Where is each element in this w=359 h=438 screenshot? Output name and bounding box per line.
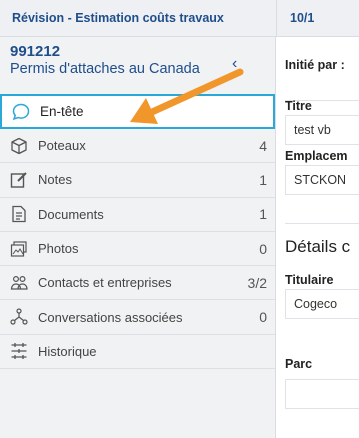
sidebar-item-conversations[interactable]: Conversations associées 0 <box>0 300 275 335</box>
page-title: Révision - Estimation coûts travaux <box>12 11 224 25</box>
sidebar-item-count: 0 <box>259 309 267 326</box>
sidebar-item-label: Notes <box>38 172 72 188</box>
topbar-divider <box>276 0 277 37</box>
title-field[interactable]: test vb <box>285 115 359 145</box>
park-field[interactable] <box>285 379 359 409</box>
record-name: Permis d'attaches au Canada <box>10 61 200 77</box>
record-number: 991212 <box>10 43 61 60</box>
record-header: 991212 Permis d'attaches au Canada <box>10 43 260 77</box>
top-bar: Révision - Estimation coûts travaux 10/1 <box>0 0 359 37</box>
location-field[interactable]: STCKON <box>285 165 359 195</box>
collapse-sidebar-button[interactable]: ‹ <box>232 55 237 73</box>
sidebar-item-documents[interactable]: Documents 1 <box>0 197 275 232</box>
sidebar-item-contacts[interactable]: Contacts et entreprises 3/2 <box>0 266 275 301</box>
sidebar-item-label: Poteaux <box>38 138 86 154</box>
sidebar-item-label: Contacts et entreprises <box>38 275 172 291</box>
sidebar: 991212 Permis d'attaches au Canada ‹ En-… <box>0 37 276 438</box>
sidebar-item-label: Photos <box>38 241 79 257</box>
contacts-icon <box>8 272 30 294</box>
sidebar-item-en-tete[interactable]: En-tête <box>0 94 275 129</box>
network-icon <box>8 306 30 328</box>
sidebar-item-label: Historique <box>38 343 97 359</box>
photo-icon <box>8 238 30 260</box>
history-icon <box>8 340 30 362</box>
document-icon <box>8 203 30 225</box>
park-label: Parc <box>285 357 313 371</box>
date-label: 10/1 <box>290 11 315 25</box>
main-content: Initié par : Titre test vb Emplacem STCK… <box>277 37 359 438</box>
sidebar-item-notes[interactable]: Notes 1 <box>0 163 275 198</box>
location-label: Emplacem <box>285 149 348 163</box>
sidebar-item-poteaux[interactable]: Poteaux 4 <box>0 129 275 164</box>
sidebar-item-label: En-tête <box>40 104 84 119</box>
sidebar-item-count: 4 <box>259 137 267 154</box>
edit-note-icon <box>8 169 30 191</box>
sidebar-item-label: Conversations associées <box>38 309 183 325</box>
sidebar-item-photos[interactable]: Photos 0 <box>0 231 275 267</box>
title-label: Titre <box>285 99 312 113</box>
cube-icon <box>8 135 30 157</box>
speech-bubble-icon <box>10 101 32 123</box>
holder-field[interactable]: Cogeco <box>285 289 359 319</box>
holder-label: Titulaire <box>285 273 334 287</box>
sidebar-item-count: 3/2 <box>247 274 267 291</box>
initiated-by-label: Initié par : <box>285 58 345 72</box>
divider <box>285 223 359 224</box>
sidebar-item-count: 1 <box>259 171 267 188</box>
sidebar-item-count: 1 <box>259 206 267 223</box>
sidebar-item-count: 0 <box>259 240 267 257</box>
sidebar-item-historique[interactable]: Historique <box>0 334 275 370</box>
sidebar-nav: En-tête Poteaux 4 Notes 1 Documents 1 Ph… <box>0 94 275 370</box>
details-heading: Détails c <box>285 237 351 256</box>
sidebar-item-label: Documents <box>38 206 104 222</box>
